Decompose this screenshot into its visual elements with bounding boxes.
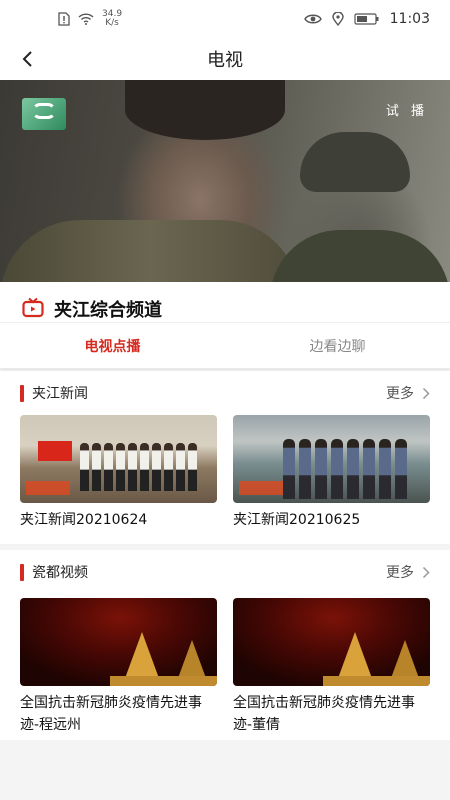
card-row: 全国抗击新冠肺炎疫情先进事迹-程远州 全国抗击新冠肺炎疫情先进事迹-董倩 <box>0 598 450 736</box>
status-left: 34.9 K/s <box>58 10 122 28</box>
section-title: 夹江新闻 <box>32 386 88 402</box>
tv-icon <box>22 297 44 318</box>
video-card-title: 全国抗击新冠肺炎疫情先进事迹-程远州 <box>20 695 202 733</box>
video-frame-head <box>125 80 285 140</box>
tab-tv-vod[interactable]: 电视点播 <box>0 323 225 368</box>
nav-bar: 电视 <box>0 38 450 80</box>
video-card[interactable]: 全国抗击新冠肺炎疫情先进事迹-董倩 <box>233 598 430 736</box>
video-frame-figure-2 <box>270 230 450 282</box>
tab-bar: 电视点播 边看边聊 <box>0 322 450 368</box>
thumb-people <box>80 443 210 493</box>
thumb-watermark <box>239 481 283 495</box>
video-frame-figure <box>0 220 300 282</box>
video-card-title: 夹江新闻20210625 <box>233 512 361 528</box>
page-title: 电视 <box>207 50 243 71</box>
section-marker <box>20 563 24 581</box>
more-label: 更多 <box>386 386 414 402</box>
channel-name: 夹江综合频道 <box>54 300 162 321</box>
net-speed: 34.9 K/s <box>102 10 122 28</box>
thumb-trophy-base <box>323 676 430 686</box>
status-bar: 34.9 K/s 11:03 <box>0 0 450 38</box>
wifi-icon <box>78 13 94 25</box>
video-thumbnail <box>233 598 430 686</box>
section-title: 瓷都视频 <box>32 565 88 581</box>
chevron-right-icon <box>422 566 430 578</box>
section-marker <box>20 384 24 402</box>
video-thumbnail <box>20 598 217 686</box>
more-button[interactable]: 更多 <box>386 562 430 582</box>
trial-label: 试 播 <box>385 104 428 119</box>
video-frame-helmet <box>300 132 410 192</box>
section-header: 夹江新闻 更多 <box>0 371 450 415</box>
status-right: 11:03 <box>303 11 430 27</box>
chevron-left-icon <box>22 51 32 67</box>
section-header: 瓷都视频 更多 <box>0 550 450 594</box>
more-button[interactable]: 更多 <box>386 383 430 403</box>
section-news: 夹江新闻 更多 夹江新闻20210624 夹江新闻20210625 <box>0 371 450 544</box>
video-card[interactable]: 夹江新闻20210624 <box>20 415 217 531</box>
eye-icon <box>303 14 322 24</box>
net-speed-unit: K/s <box>105 18 119 28</box>
video-card[interactable]: 全国抗击新冠肺炎疫情先进事迹-程远州 <box>20 598 217 736</box>
channel-logo <box>22 98 66 130</box>
location-icon <box>331 12 344 26</box>
battery-icon <box>354 13 379 25</box>
video-card[interactable]: 夹江新闻20210625 <box>233 415 430 531</box>
tab-watch-chat[interactable]: 边看边聊 <box>225 323 450 368</box>
flag <box>38 441 72 461</box>
sim-alert-icon <box>58 12 70 26</box>
video-card-title: 夹江新闻20210624 <box>20 512 148 528</box>
card-row: 夹江新闻20210624 夹江新闻20210625 <box>0 415 450 531</box>
thumb-trophy-base <box>110 676 217 686</box>
thumb-people <box>283 439 423 501</box>
video-card-title: 全国抗击新冠肺炎疫情先进事迹-董倩 <box>233 695 415 733</box>
channel-header: 夹江综合频道 <box>0 282 450 322</box>
clock: 11:03 <box>389 11 430 27</box>
channel-logo-mark <box>32 103 56 119</box>
thumb-watermark <box>26 481 70 495</box>
video-thumbnail <box>20 415 217 503</box>
video-thumbnail <box>233 415 430 503</box>
more-label: 更多 <box>386 565 414 581</box>
video-player[interactable]: 试 播 <box>0 80 450 282</box>
back-button[interactable] <box>14 46 40 72</box>
chevron-right-icon <box>422 387 430 399</box>
section-cidu-video: 瓷都视频 更多 全国抗击新冠肺炎疫情先进事迹-程远州 全国抗击新冠肺炎疫情先进事… <box>0 550 450 740</box>
